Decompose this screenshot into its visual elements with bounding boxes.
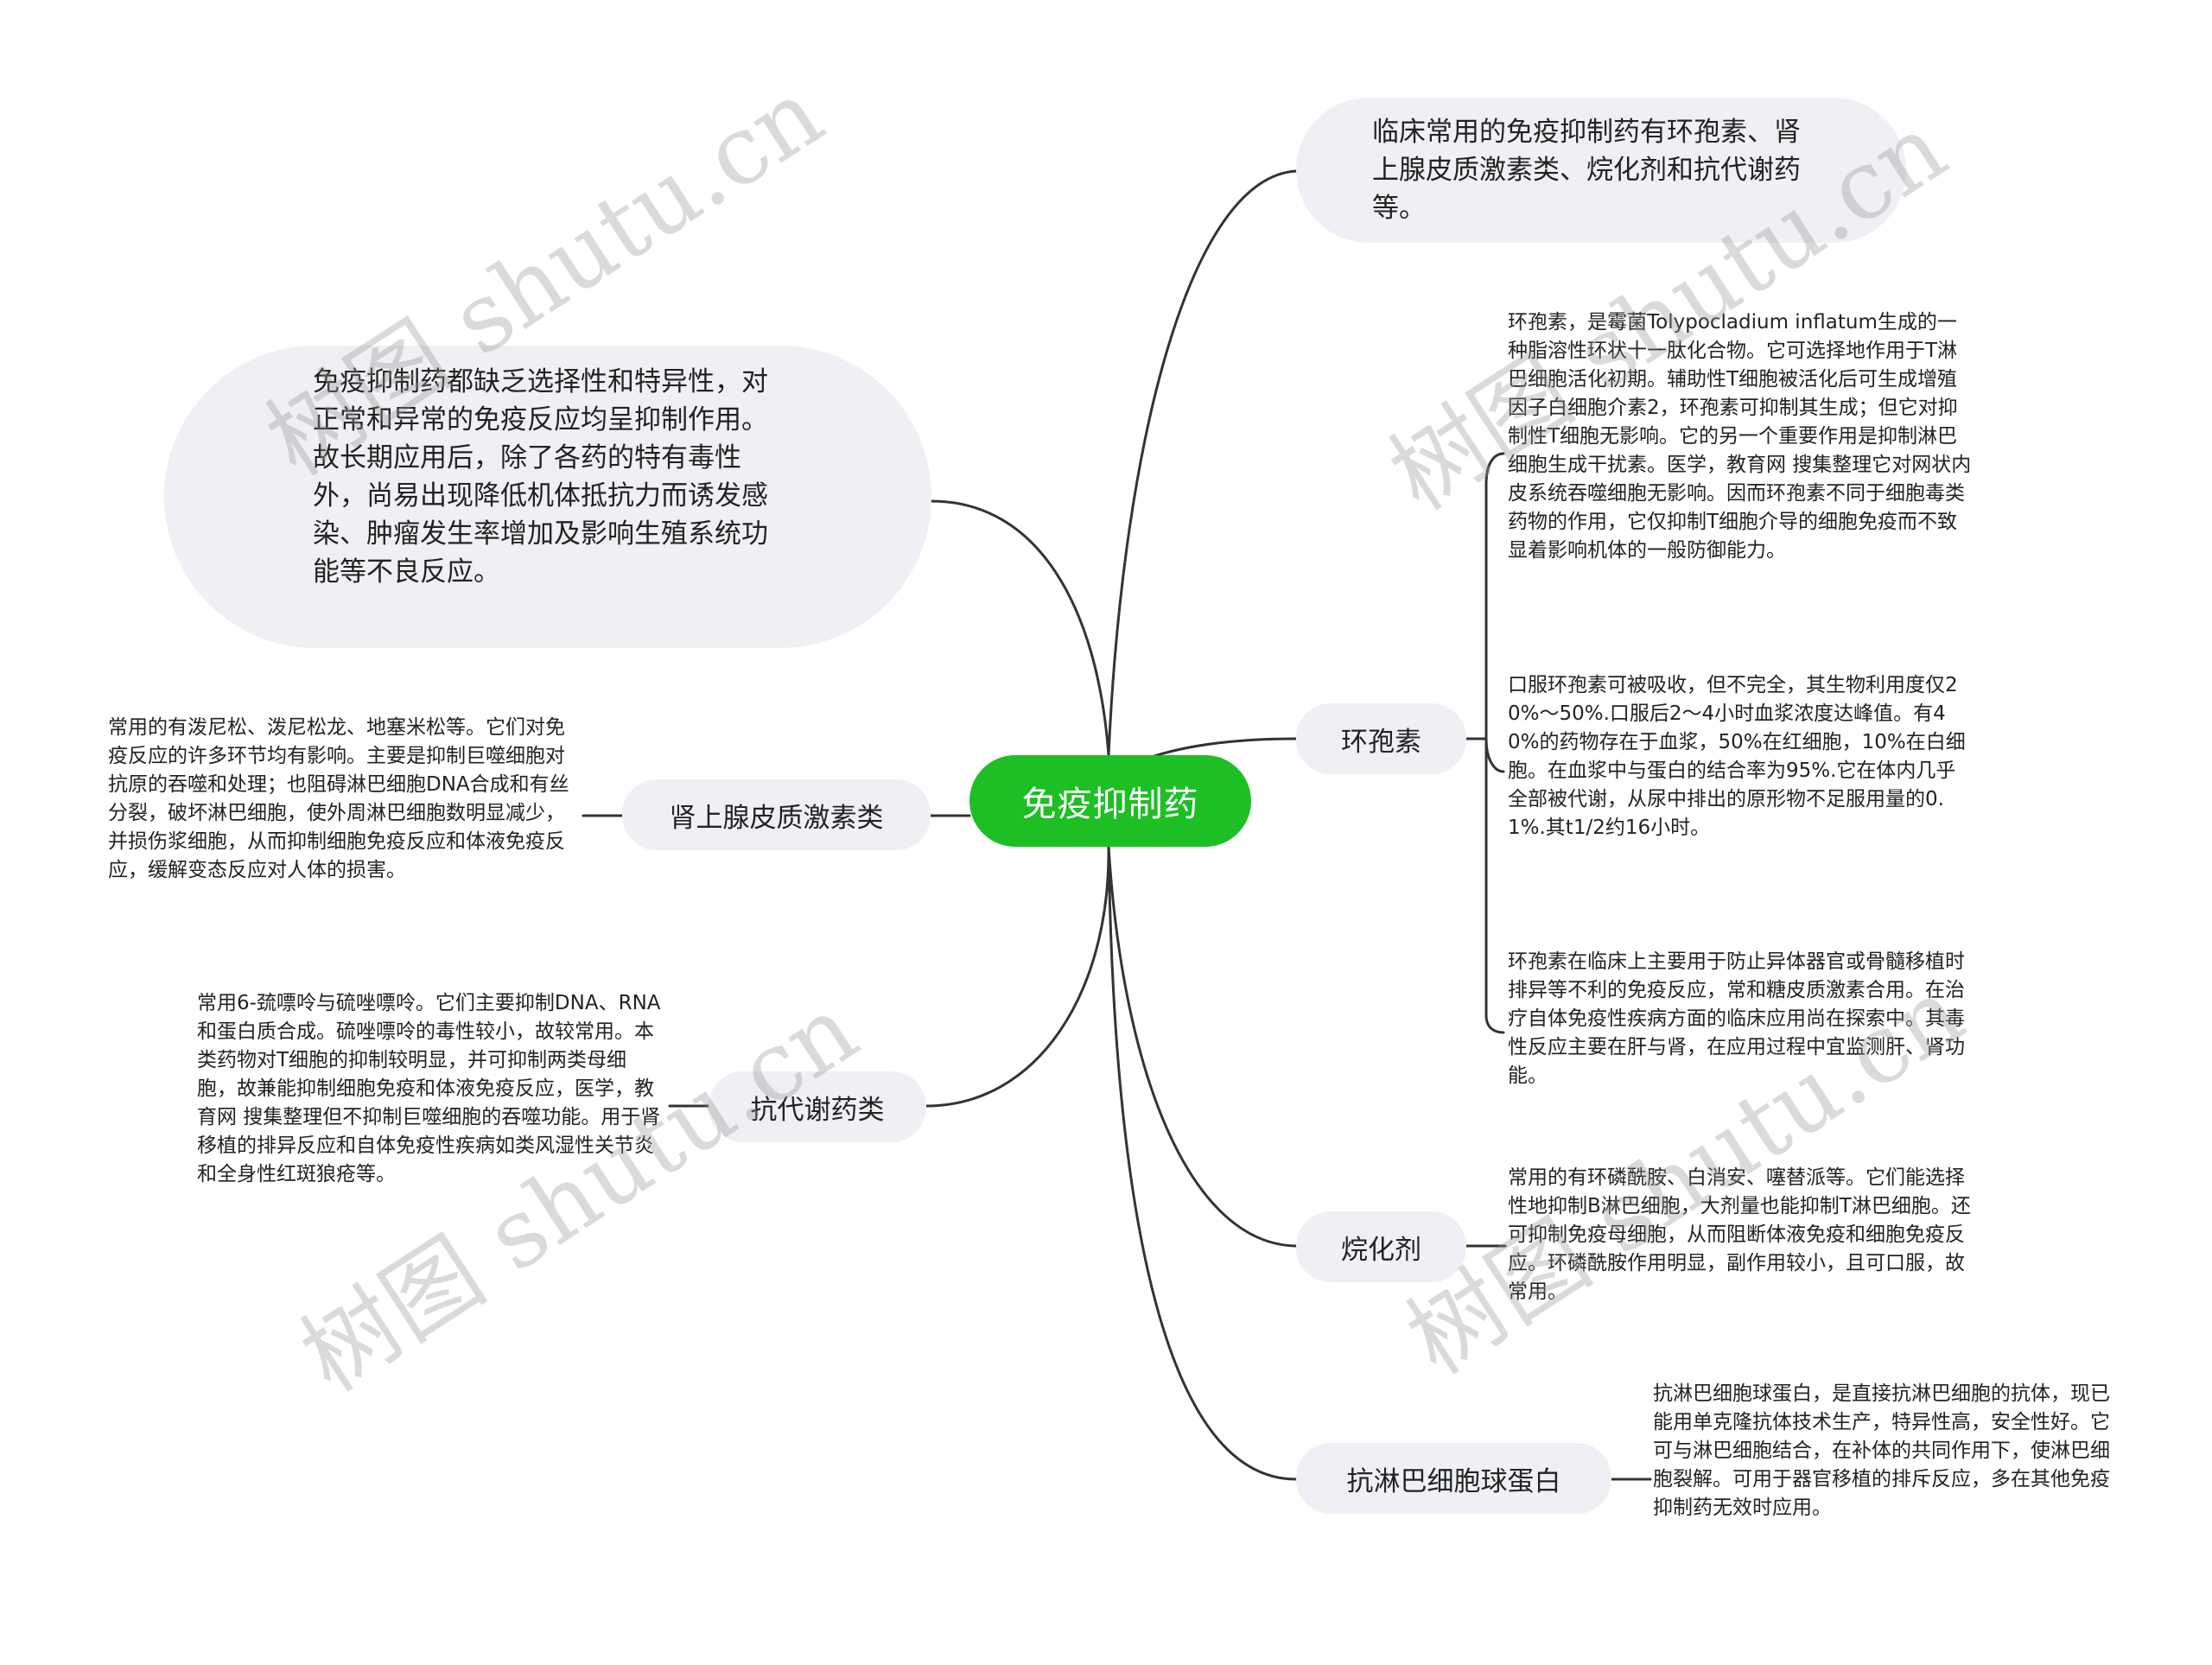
branch-cyclosporine[interactable]: 环孢素: [1296, 703, 1466, 774]
link-root-intro-top: [1107, 169, 1298, 757]
intro-top-text: 临床常用的免疫抑制药有环孢素、肾上腺皮质激素类、烷化剂和抗代谢药等。: [1372, 117, 1801, 224]
cyclosporine-detail-2: 口服环孢素可被吸收，但不完全，其生物利用度仅20%～50%.口服后2～4小时血浆…: [1508, 674, 1966, 839]
branch-alkylating[interactable]: 烷化剂: [1296, 1211, 1466, 1282]
branch-antilymphocyte[interactable]: 抗淋巴细胞球蛋白: [1296, 1443, 1611, 1514]
branch-corticosteroids-label: 肾上腺皮质激素类: [669, 802, 884, 834]
cyclosporine-detail-3: 环孢素在临床上主要用于防止异体器官或骨髓移植时排异等不利的免疫反应，常和糖皮质激…: [1508, 950, 1965, 1087]
antilymphocyte-detail: 抗淋巴细胞球蛋白，是直接抗淋巴细胞的抗体，现已能用单克隆抗体技术生产，特异性高，…: [1653, 1382, 2110, 1519]
link-root-antilymphocyte: [1107, 845, 1298, 1481]
link-root-intro-left: [930, 499, 1110, 757]
branch-antimetabolites-label: 抗代谢药类: [750, 1094, 885, 1126]
cyclosporine-detail-1: 环孢素，是霉菌Tolypocladium inflatum生成的一种脂溶性环状十…: [1508, 311, 1972, 562]
bracket-cyclosporine: [1484, 452, 1505, 1034]
antimetabolites-detail: 常用6-巯嘌呤与硫唑嘌呤。它们主要抑制DNA、RNA和蛋白质合成。硫唑嘌呤的毒性…: [197, 992, 661, 1185]
root-node[interactable]: 免疫抑制药: [969, 755, 1251, 847]
intro-left-text: 免疫抑制药都缺乏选择性和特异性，对正常和异常的免疫反应均呈抑制作用。故长期应用后…: [313, 366, 768, 588]
branch-cyclosporine-label: 环孢素: [1341, 726, 1421, 758]
intro-top-bubble[interactable]: 临床常用的免疫抑制药有环孢素、肾上腺皮质激素类、烷化剂和抗代谢药等。: [1296, 98, 1906, 243]
root-label: 免疫抑制药: [1021, 785, 1199, 824]
corticosteroids-detail: 常用的有泼尼松、泼尼松龙、地塞米松等。它们对免疫反应的许多环节均有影响。主要是抑…: [108, 716, 569, 881]
intro-left-bubble[interactable]: 免疫抑制药都缺乏选择性和特异性，对正常和异常的免疫反应均呈抑制作用。故长期应用后…: [164, 346, 931, 648]
branch-antimetabolites[interactable]: 抗代谢药类: [709, 1071, 926, 1142]
branch-alkylating-label: 烷化剂: [1341, 1234, 1421, 1266]
link-root-alkylating: [1107, 845, 1298, 1248]
branch-corticosteroids[interactable]: 肾上腺皮质激素类: [622, 779, 931, 850]
alkylating-detail: 常用的有环磷酰胺、白消安、噻替派等。它们能选择性地抑制B淋巴细胞，大剂量也能抑制…: [1508, 1166, 1971, 1303]
link-root-antimetabolites: [925, 845, 1110, 1108]
branch-antilymphocyte-label: 抗淋巴细胞球蛋白: [1346, 1465, 1561, 1497]
